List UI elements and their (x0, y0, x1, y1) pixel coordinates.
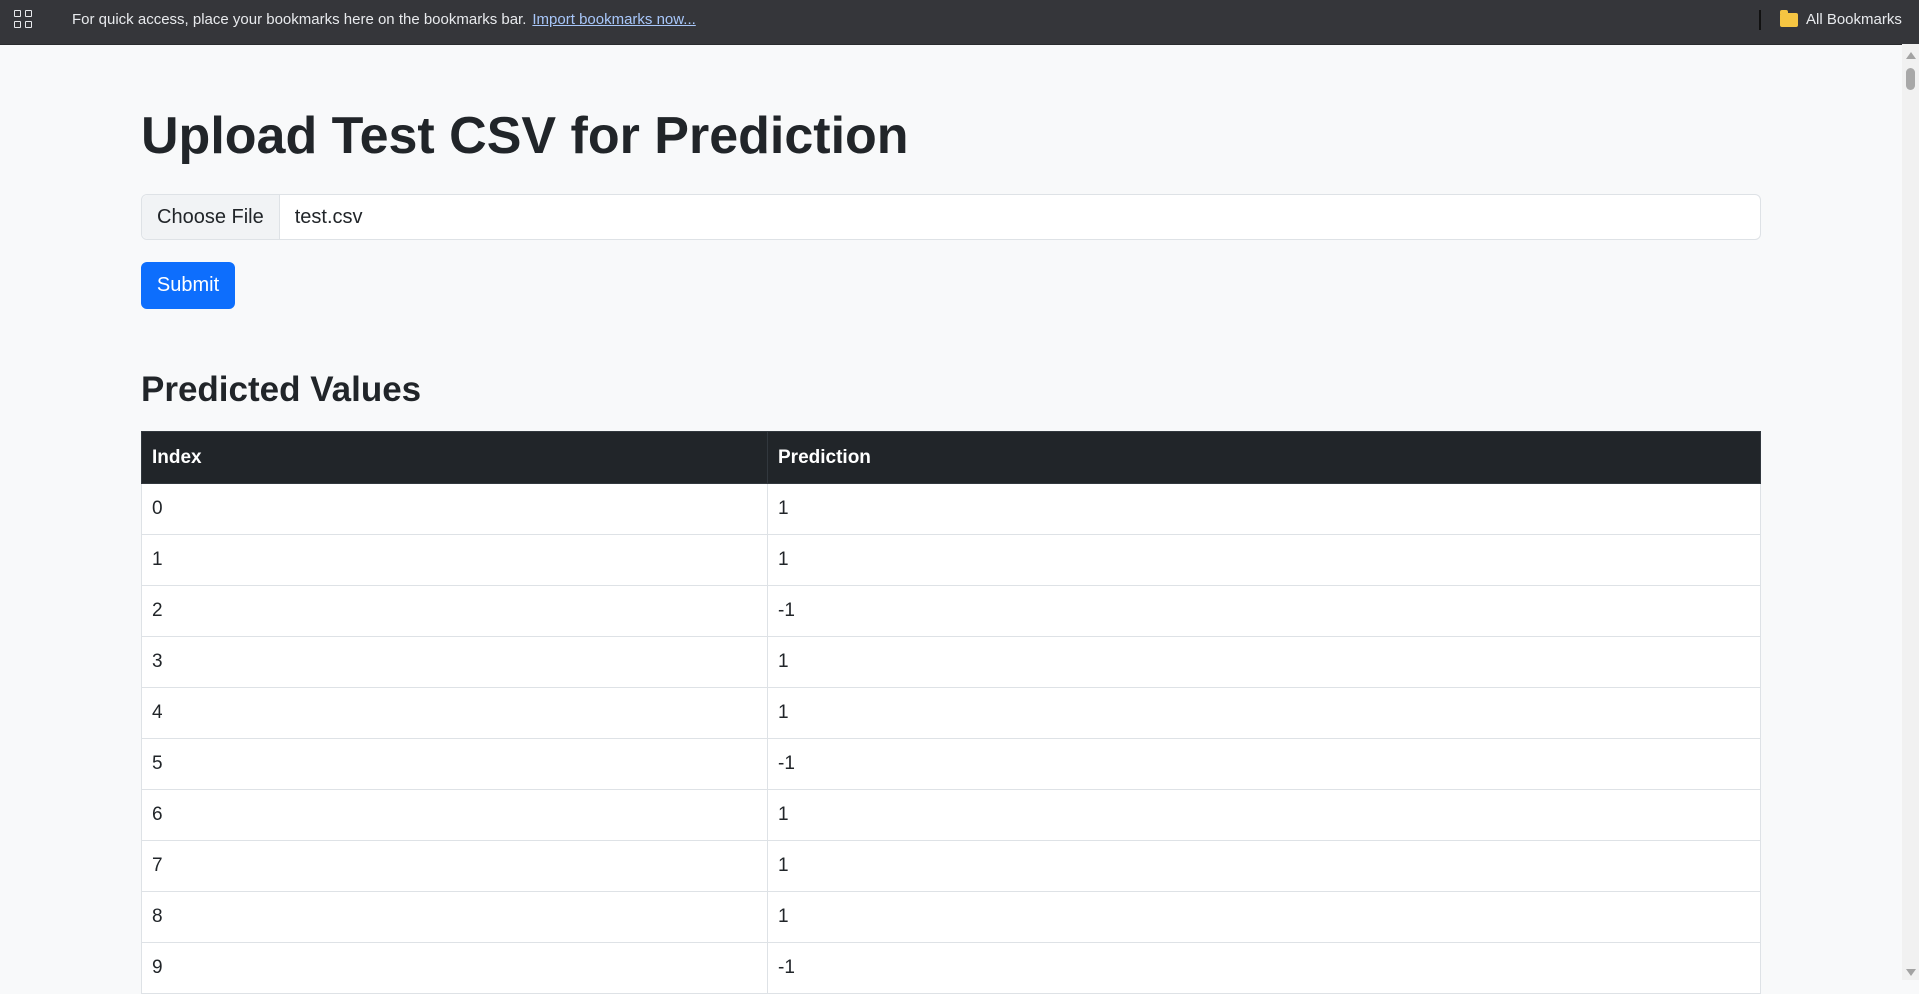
scroll-up-arrow-icon[interactable] (1906, 52, 1916, 59)
prediction-cell: -1 (767, 585, 1761, 637)
all-bookmarks-label: All Bookmarks (1806, 11, 1902, 28)
index-cell: 0 (141, 483, 768, 535)
index-cell: 4 (141, 687, 768, 739)
scroll-down-arrow-icon[interactable] (1906, 969, 1916, 976)
table-row: 2 -1 (141, 585, 1761, 637)
index-cell: 8 (141, 891, 768, 943)
prediction-cell: 1 (767, 891, 1761, 943)
column-header-prediction: Prediction (767, 431, 1761, 484)
bookmarks-bar-message: For quick access, place your bookmarks h… (72, 11, 696, 28)
bookmarks-divider (1759, 10, 1761, 30)
table-header-row: Index Prediction (141, 431, 1761, 484)
table-row: 1 1 (141, 534, 1761, 586)
page-title: Upload Test CSV for Prediction (141, 107, 909, 165)
prediction-cell: 1 (767, 789, 1761, 841)
table-row: 4 1 (141, 687, 1761, 739)
index-cell: 5 (141, 738, 768, 790)
table-row: 9 -1 (141, 942, 1761, 994)
index-cell: 9 (141, 942, 768, 994)
bookmarks-bar-hint: For quick access, place your bookmarks h… (72, 11, 527, 28)
prediction-cell: 1 (767, 483, 1761, 535)
choose-file-button[interactable]: Choose File (142, 195, 280, 239)
prediction-cell: -1 (767, 942, 1761, 994)
index-cell: 2 (141, 585, 768, 637)
index-cell: 3 (141, 636, 768, 688)
vertical-scrollbar[interactable] (1902, 44, 1919, 980)
bookmarks-bar: For quick access, place your bookmarks h… (0, 0, 1919, 45)
predicted-values-heading: Predicted Values (141, 370, 422, 409)
table-row: 0 1 (141, 483, 1761, 535)
folder-icon (1780, 9, 1798, 27)
table-row: 6 1 (141, 789, 1761, 841)
index-cell: 7 (141, 840, 768, 892)
prediction-cell: -1 (767, 738, 1761, 790)
index-cell: 1 (141, 534, 768, 586)
prediction-cell: 1 (767, 840, 1761, 892)
apps-grid-icon[interactable] (14, 10, 36, 32)
import-bookmarks-link[interactable]: Import bookmarks now... (532, 11, 695, 28)
table-row: 5 -1 (141, 738, 1761, 790)
index-cell: 6 (141, 789, 768, 841)
column-header-index: Index (141, 431, 768, 484)
prediction-cell: 1 (767, 636, 1761, 688)
all-bookmarks-button[interactable]: All Bookmarks (1780, 9, 1902, 28)
submit-button[interactable]: Submit (141, 262, 235, 309)
table-row: 8 1 (141, 891, 1761, 943)
scrollbar-thumb[interactable] (1906, 68, 1915, 90)
prediction-cell: 1 (767, 534, 1761, 586)
selected-file-name: test.csv (294, 205, 363, 228)
predictions-table: Index Prediction 0 1 1 1 2 -1 3 1 4 1 5 … (141, 431, 1761, 994)
file-input[interactable]: Choose File test.csv (141, 194, 1761, 240)
table-row: 3 1 (141, 636, 1761, 688)
table-row: 7 1 (141, 840, 1761, 892)
prediction-cell: 1 (767, 687, 1761, 739)
